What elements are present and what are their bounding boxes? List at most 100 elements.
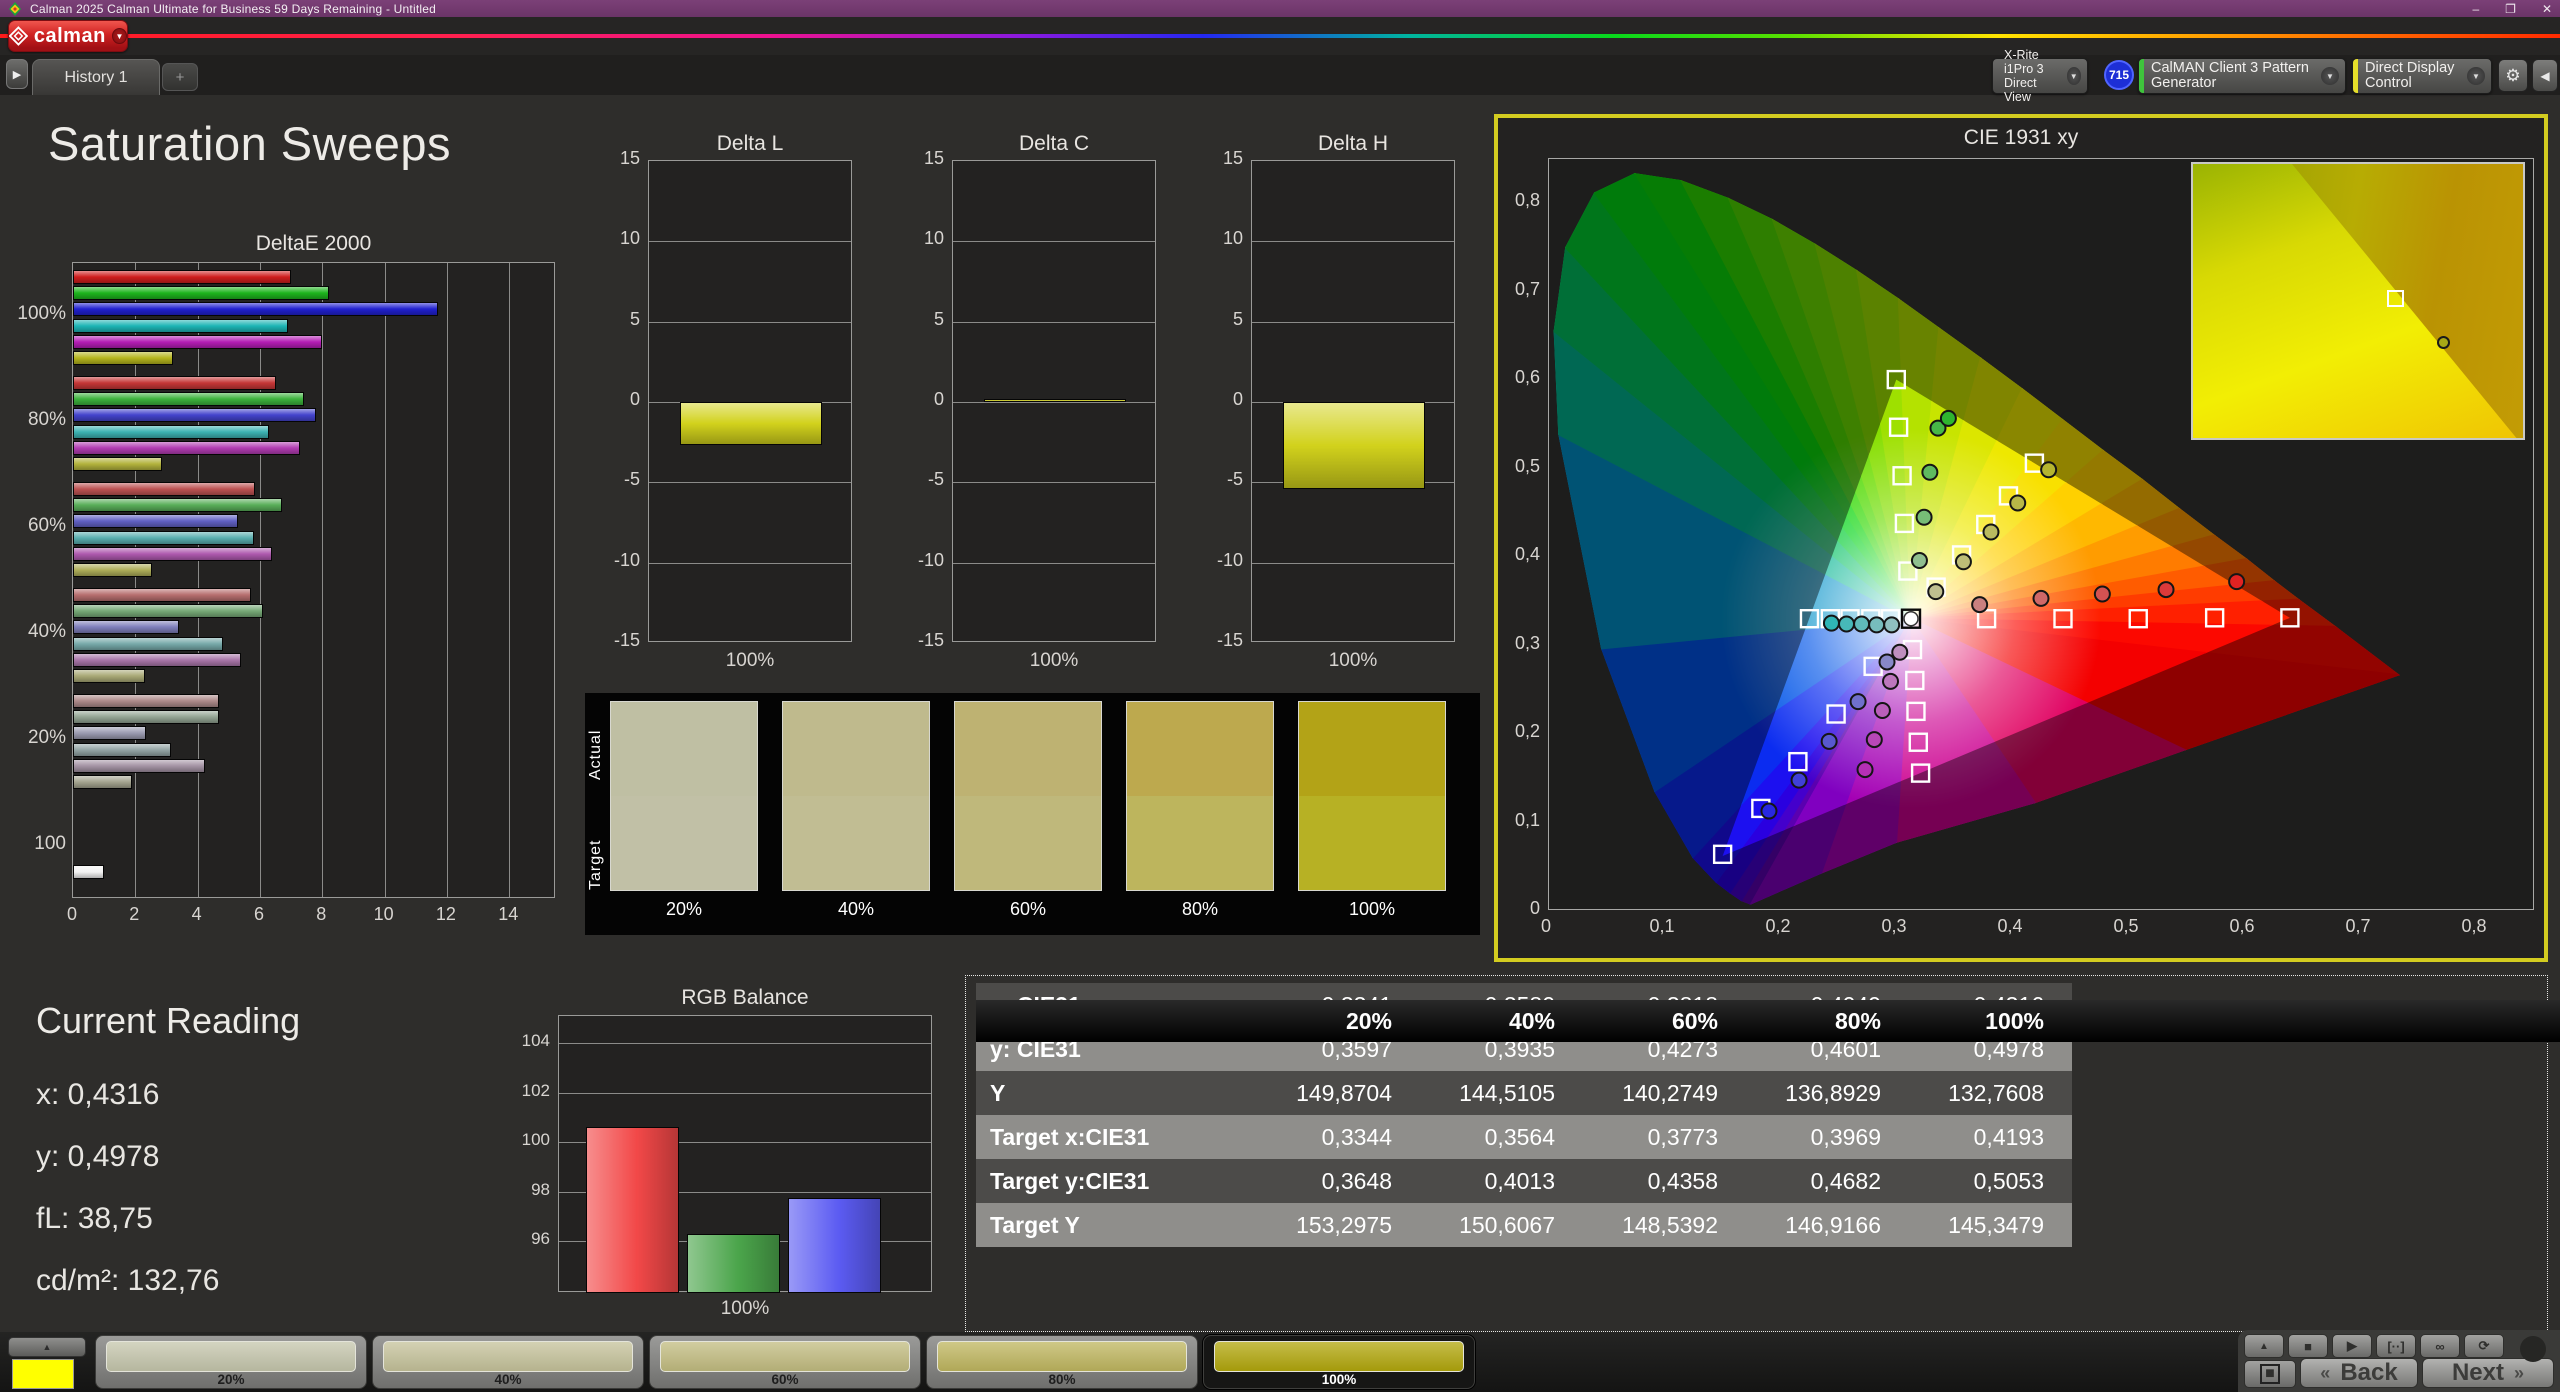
transport-loop-button[interactable]: ⟳ [2464, 1334, 2504, 1358]
measured-point-yellow [1982, 523, 2000, 541]
spectrum-strip [0, 34, 2560, 38]
transport-read-continuous-button[interactable]: ∞ [2420, 1334, 2460, 1358]
color-swatch [1126, 701, 1274, 891]
delta-y-tick: -10 [613, 549, 640, 570]
back-button[interactable]: « Back [2300, 1358, 2418, 1388]
maximize-button[interactable]: ❐ [2505, 2, 2516, 16]
deltae-bar [73, 620, 179, 635]
deltae-bar [73, 563, 153, 577]
measured-point-blue [1820, 732, 1838, 750]
delta-y-tick: 0 [933, 389, 944, 409]
next-button[interactable]: Next » [2422, 1358, 2554, 1388]
measured-point-cyan [1822, 614, 1840, 632]
delta-y-tick: -15 [1216, 630, 1243, 650]
measured-point-blue [1760, 802, 1778, 820]
tab-history-1[interactable]: History 1 [32, 59, 160, 95]
stop-icon: ■ [2260, 1364, 2280, 1384]
display-control-dropdown[interactable]: Direct Display Control ▼ [2352, 58, 2492, 94]
target-row-label: Target [587, 839, 604, 891]
deltae-bar [73, 334, 323, 349]
delta-y-tick: -15 [613, 630, 640, 650]
chevron-up-icon: ▲ [42, 1342, 52, 1352]
actual-swatch-20% [611, 702, 757, 796]
measured-point-yellow [2009, 494, 2027, 512]
table-cell: 0,3564 [1484, 1123, 1555, 1150]
table-cell: 136,8929 [1785, 1079, 1881, 1106]
pattern-button-label: 80% [1048, 1372, 1076, 1387]
deltae-group-label: 40% [27, 621, 66, 642]
table-cell: 0,3344 [1321, 1123, 1392, 1150]
settings-button[interactable]: ⚙ [2498, 59, 2528, 92]
deltae-bar [73, 726, 147, 741]
rgb-balance-chart [558, 1015, 932, 1293]
pattern-button-20%[interactable]: 20% [95, 1335, 367, 1389]
measured-point-icon [2437, 336, 2450, 349]
table-row: Target Y 153,2975 150,6067 148,5392 146,9166… [976, 1203, 2072, 1247]
measured-point-red [1971, 596, 1989, 614]
color-swatch [1298, 701, 1446, 891]
add-tab-button[interactable]: + [162, 63, 198, 91]
transport-collapse-button[interactable]: ▲ [2244, 1334, 2284, 1358]
meter-reading-badge[interactable]: 715 [2104, 60, 2134, 90]
transport-play-button[interactable]: ▶ [2332, 1334, 2372, 1358]
table-cell: 0,5053 [1973, 1167, 2044, 1194]
chevron-down-icon: ▼ [2066, 67, 2081, 85]
swatch-label: 60% [1009, 899, 1047, 919]
target-swatch-80% [1127, 796, 1273, 890]
measured-point-red [2228, 573, 2246, 591]
delta-y-tick: 10 [1222, 228, 1243, 249]
pattern-swatch [937, 1341, 1187, 1372]
deltae-bar [73, 286, 329, 301]
pattern-swatch [106, 1341, 356, 1372]
cie-title: CIE 1931 xy [1963, 126, 2079, 149]
delta-y-tick: -10 [917, 549, 944, 570]
table-row: Target y:CIE31 0,3648 0,4013 0,4358 0,4682 0,… [976, 1159, 2072, 1203]
deltae-bar [73, 546, 273, 561]
actual-swatch-60% [955, 702, 1101, 796]
pattern-button-100%[interactable]: 100% [1203, 1335, 1475, 1389]
pattern-button-label: 20% [217, 1372, 245, 1387]
swatch-label: 100% [1348, 899, 1396, 919]
table-cell: 145,3479 [1948, 1211, 2044, 1238]
close-button[interactable]: ✕ [2542, 2, 2552, 16]
cie-x-tick: 0,2 [1765, 916, 1791, 936]
pattern-button-80%[interactable]: 80% [926, 1335, 1198, 1389]
tab-scroll-button[interactable]: ▶ [6, 59, 28, 89]
pattern-swatch [1214, 1341, 1464, 1372]
rgb-bar-green [687, 1233, 780, 1293]
cie-y-tick: 0,3 [1514, 632, 1540, 653]
deltae-bar [73, 318, 288, 333]
measured-point-red [2157, 581, 2175, 599]
delta-y-tick: 0 [629, 389, 640, 409]
cie-1931-panel: CIE 1931 xy [1494, 114, 2548, 962]
pattern-button-40%[interactable]: 40% [372, 1335, 644, 1389]
rgb-y-tick: 102 [521, 1080, 550, 1100]
minimize-button[interactable]: – [2472, 2, 2479, 16]
collapse-panel-button[interactable]: ◀ [2532, 59, 2558, 92]
pattern-button-label: 100% [1321, 1372, 1357, 1387]
cie-x-tick: 0,3 [1881, 916, 1907, 936]
meter-dropdown[interactable]: X-Rite i1Pro 3 Direct View ▼ [1992, 48, 2088, 104]
current-reading-title: Current Reading [36, 1000, 301, 1041]
delta-chart-delta-l [648, 160, 852, 642]
deltae-bar [73, 652, 242, 667]
delta-x-label: 100% [725, 650, 775, 671]
rgb-y-tick: 104 [521, 1031, 550, 1051]
pattern-bar-collapse-button[interactable]: ▲ [8, 1337, 86, 1357]
cie-x-tick: 0,6 [2229, 916, 2255, 936]
pattern-button-60%[interactable]: 60% [649, 1335, 921, 1389]
deltae-bar [73, 588, 251, 602]
deltae-x-tick: 2 [129, 904, 140, 924]
stop-square-button[interactable]: ■ [2244, 1360, 2296, 1388]
measured-point-red [2093, 585, 2111, 603]
cie-y-tick: 0,7 [1514, 278, 1540, 299]
transport-read-series-button[interactable]: [··] [2376, 1334, 2416, 1358]
pattern-generator-dropdown[interactable]: CalMAN Client 3 Pattern Generator ▼ [2138, 58, 2346, 94]
calman-menu-button[interactable]: calman ▼ [8, 20, 128, 52]
deltae-group-label: 20% [27, 727, 66, 748]
transport-stop-button[interactable]: ■ [2288, 1334, 2328, 1358]
transport-extra-button[interactable] [2520, 1336, 2546, 1362]
app-icon [9, 2, 21, 16]
measured-point-magenta [1891, 643, 1909, 661]
deltae-bar [73, 440, 301, 455]
